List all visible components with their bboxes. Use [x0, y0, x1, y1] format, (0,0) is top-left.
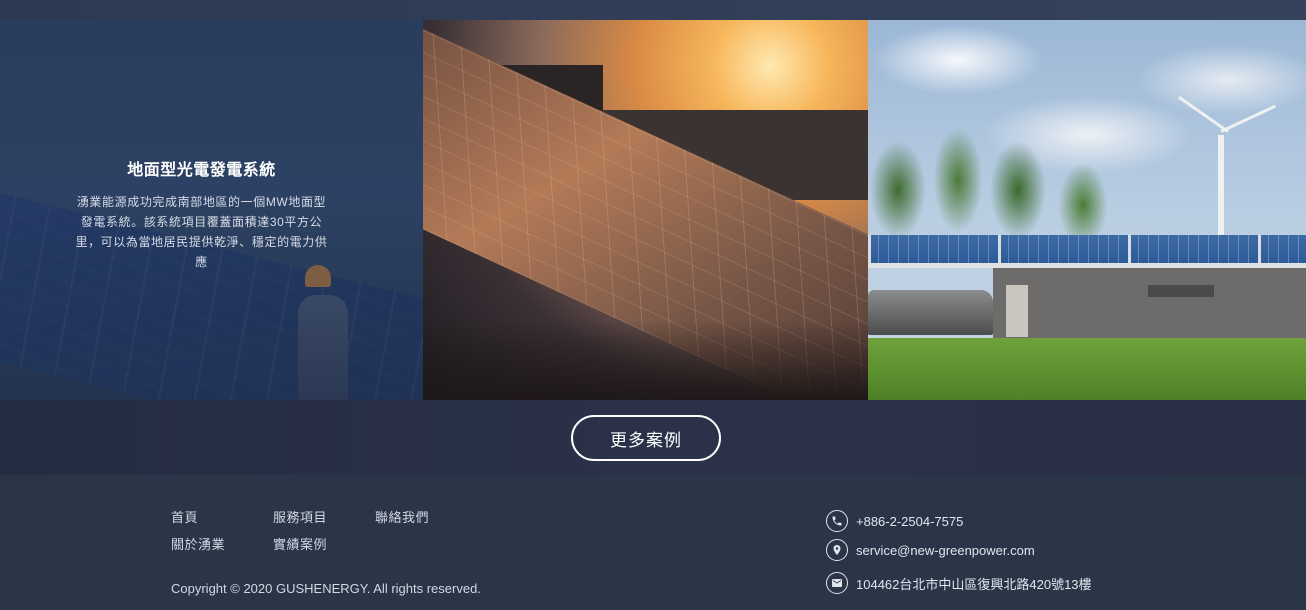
card-title: 地面型光電發電系統: [127, 162, 276, 179]
contact-phone[interactable]: +886-2-2504-7575: [826, 510, 963, 532]
phone-icon: [826, 510, 848, 532]
project-gallery: 地面型光電發電系統 湧業能源成功完成南部地區的一個MW地面型發電系統。該系統項目…: [0, 20, 1306, 400]
location-pin-icon: [826, 539, 848, 561]
card-description: 湧業能源成功完成南部地區的一個MW地面型發電系統。該系統項目覆蓋面積達30平方公…: [75, 195, 328, 269]
copyright-text: Copyright © 2020 GUSHENERGY. All rights …: [171, 581, 481, 596]
wind-turbine-image: [1218, 135, 1224, 235]
contact-email-text: service@new-greenpower.com: [856, 542, 1035, 558]
house-image: [993, 265, 1306, 340]
footer-nav-home[interactable]: 首頁: [171, 507, 198, 526]
house-door: [1006, 285, 1028, 337]
shadow-gradient: [423, 320, 868, 400]
footer-nav-about[interactable]: 關於湧業: [171, 534, 225, 553]
contact-phone-text: +886-2-2504-7575: [856, 513, 964, 529]
footer-nav-cases[interactable]: 實績案例: [273, 534, 327, 553]
contact-address-text: 104462台北市中山區復興北路420號13樓: [856, 576, 1092, 592]
more-cases-button[interactable]: 更多案例: [571, 415, 721, 461]
roof-edge: [868, 263, 1306, 268]
footer-nav-services[interactable]: 服務項目: [273, 507, 327, 526]
project-card-ground-solar[interactable]: 地面型光電發電系統 湧業能源成功完成南部地區的一個MW地面型發電系統。該系統項目…: [0, 20, 423, 400]
project-card-sunset-panels[interactable]: [423, 20, 868, 400]
grass-image: [868, 338, 1306, 400]
house-window: [1148, 285, 1214, 297]
card-caption: 地面型光電發電系統 湧業能源成功完成南部地區的一個MW地面型發電系統。該系統項目…: [74, 156, 329, 272]
contact-address[interactable]: 104462台北市中山區復興北路420號13樓: [826, 572, 1092, 594]
rooftop-solar-panels-image: [868, 235, 1306, 265]
project-card-rooftop-house[interactable]: [868, 20, 1306, 400]
top-strip: [0, 0, 1306, 20]
contact-email[interactable]: service@new-greenpower.com: [826, 539, 1035, 561]
mail-icon: [826, 572, 848, 594]
cars-image: [868, 290, 993, 335]
footer-nav-contact[interactable]: 聯絡我們: [375, 507, 429, 526]
